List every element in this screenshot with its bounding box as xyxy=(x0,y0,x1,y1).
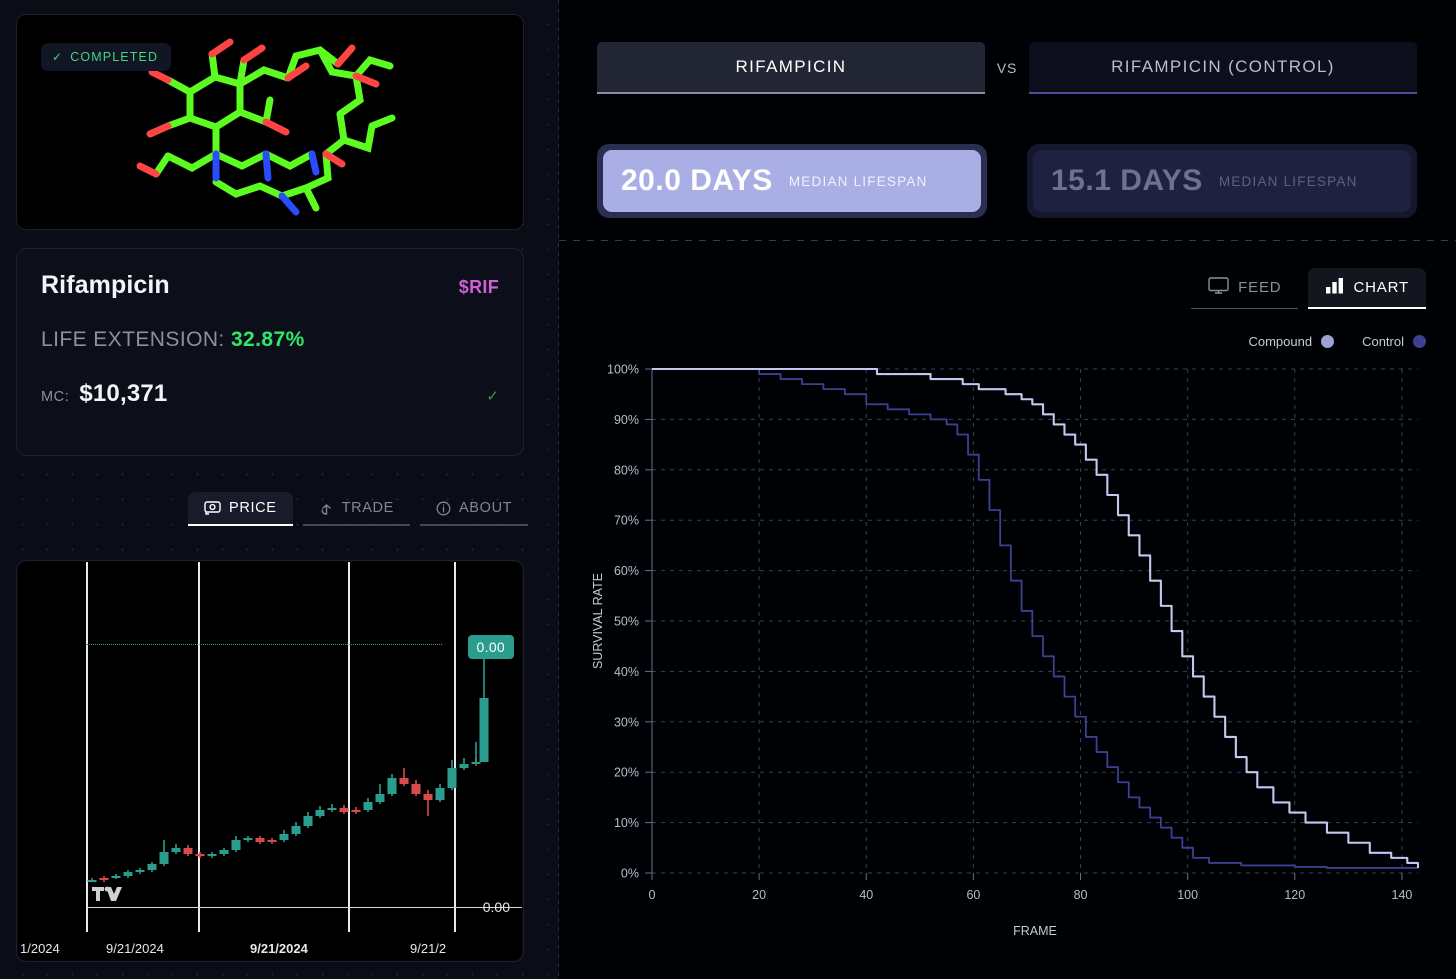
bar-chart-icon xyxy=(1325,277,1344,298)
ticker-symbol: $RIF xyxy=(459,277,499,298)
check-icon: ✓ xyxy=(52,50,63,64)
status-badge-label: COMPLETED xyxy=(70,50,158,64)
legend-item-control: Control xyxy=(1362,334,1426,349)
svg-text:60%: 60% xyxy=(614,564,639,578)
comparison-tab-control[interactable]: RIFAMPICIN (CONTROL) xyxy=(1029,42,1417,94)
svg-text:40: 40 xyxy=(859,888,873,902)
price-chart-canvas[interactable]: 0.00 0.00 1/2024 9/21/2024 9/21/2024 9/2… xyxy=(18,562,522,960)
survival-chart-svg: 0% 10% 20% 30% 40% 50% 60% 70% 80% 90% 100% 0 20 40 60… xyxy=(580,355,1440,945)
svg-text:140: 140 xyxy=(1392,888,1413,902)
section-divider xyxy=(559,240,1456,241)
price-badge: 0.00 xyxy=(468,635,514,659)
lifespan-control-wrapper: 15.1 DAYS MEDIAN LIFESPAN xyxy=(1027,144,1417,218)
lifespan-compound-box: 20.0 DAYS MEDIAN LIFESPAN xyxy=(603,150,981,212)
svg-text:0: 0 xyxy=(649,888,656,902)
svg-text:0%: 0% xyxy=(621,867,639,881)
comparison-header: RIFAMPICIN VS RIFAMPICIN (CONTROL) xyxy=(597,42,1417,94)
svg-text:100: 100 xyxy=(1177,888,1198,902)
market-cap-row: MC: $10,371 ✓ xyxy=(41,380,499,408)
legend-compound-dot xyxy=(1321,335,1334,348)
svg-text:120: 120 xyxy=(1284,888,1305,902)
left-panel-tabs: PRICE TRADE ABOUT xyxy=(188,492,528,525)
compound-info-card: Rifampicin $RIF LIFE EXTENSION: 32.87% M… xyxy=(16,248,524,456)
lifespan-control-box: 15.1 DAYS MEDIAN LIFESPAN xyxy=(1033,150,1411,212)
vs-label: VS xyxy=(985,60,1029,76)
svg-text:20: 20 xyxy=(752,888,766,902)
date-label: 9/21/2 xyxy=(410,941,446,956)
status-badge: ✓ COMPLETED xyxy=(41,43,171,71)
tab-trade-label: TRADE xyxy=(342,500,394,516)
svg-text:80%: 80% xyxy=(614,463,639,477)
lifespan-control-value: 15.1 DAYS xyxy=(1051,164,1203,198)
info-card-header: Rifampicin $RIF xyxy=(41,271,499,300)
date-label: 9/21/2024 xyxy=(106,941,164,956)
left-column: ✓ COMPLETED Rifampicin $RIF LIFE EXTENSI… xyxy=(0,0,558,979)
tab-price-label: PRICE xyxy=(229,500,277,516)
date-label: 9/21/2024 xyxy=(250,941,308,956)
tab-chart[interactable]: CHART xyxy=(1308,268,1426,308)
legend-control-label: Control xyxy=(1362,334,1404,349)
survival-rate-chart: 0% 10% 20% 30% 40% 50% 60% 70% 80% 90% 100% 0 20 40 60… xyxy=(580,355,1440,945)
svg-text:50%: 50% xyxy=(614,615,639,629)
tradingview-watermark xyxy=(92,885,128,908)
lifespan-row: 20.0 DAYS MEDIAN LIFESPAN 15.1 DAYS MEDI… xyxy=(597,144,1417,218)
tab-price[interactable]: PRICE xyxy=(188,492,293,525)
market-cap-label: MC: xyxy=(41,389,69,405)
svg-text:20%: 20% xyxy=(614,766,639,780)
date-label: 1/2024 xyxy=(20,941,60,956)
info-circle-icon xyxy=(436,501,451,516)
compound-name: Rifampicin xyxy=(41,271,170,300)
svg-text:SURVIVAL RATE: SURVIVAL RATE xyxy=(591,573,605,669)
comparison-tab-compound-label: RIFAMPICIN xyxy=(736,57,847,77)
market-cap-value: $10,371 xyxy=(79,380,167,408)
tab-feed-label: FEED xyxy=(1238,279,1281,296)
monitor-icon xyxy=(1208,277,1229,298)
lifespan-compound-value: 20.0 DAYS xyxy=(621,164,773,198)
svg-text:80: 80 xyxy=(1074,888,1088,902)
axis-zero-label: 0.00 xyxy=(483,899,510,915)
molecule-viewer[interactable]: ✓ COMPLETED xyxy=(16,14,524,230)
legend-control-dot xyxy=(1413,335,1426,348)
svg-text:10%: 10% xyxy=(614,816,639,830)
tab-chart-label: CHART xyxy=(1353,279,1409,296)
verified-check-icon: ✓ xyxy=(486,387,499,405)
price-tag-icon xyxy=(204,501,221,515)
legend-compound-label: Compound xyxy=(1248,334,1312,349)
tab-feed[interactable]: FEED xyxy=(1191,268,1298,308)
trade-arrow-icon xyxy=(319,501,334,516)
svg-text:30%: 30% xyxy=(614,715,639,729)
lifespan-compound-caption: MEDIAN LIFESPAN xyxy=(789,174,928,189)
svg-text:60: 60 xyxy=(966,888,980,902)
lifespan-compound-wrapper: 20.0 DAYS MEDIAN LIFESPAN xyxy=(597,144,987,218)
comparison-tab-compound[interactable]: RIFAMPICIN xyxy=(597,42,985,94)
price-chart-card[interactable]: 0.00 0.00 1/2024 9/21/2024 9/21/2024 9/2… xyxy=(16,560,524,962)
view-toggle: FEED CHART xyxy=(1191,268,1426,308)
chart-legend: Compound Control xyxy=(1248,334,1426,349)
svg-text:100%: 100% xyxy=(607,363,639,377)
lifespan-control-caption: MEDIAN LIFESPAN xyxy=(1219,174,1358,189)
svg-text:70%: 70% xyxy=(614,514,639,528)
tab-about[interactable]: ABOUT xyxy=(420,492,528,525)
svg-text:FRAME: FRAME xyxy=(1013,924,1057,938)
life-extension-label: LIFE EXTENSION: xyxy=(41,328,225,351)
life-extension-row: LIFE EXTENSION: 32.87% xyxy=(41,328,499,352)
life-extension-value: 32.87% xyxy=(231,328,305,351)
comparison-tab-control-label: RIFAMPICIN (CONTROL) xyxy=(1111,57,1335,77)
tab-about-label: ABOUT xyxy=(459,500,512,516)
svg-text:90%: 90% xyxy=(614,413,639,427)
legend-item-compound: Compound xyxy=(1248,334,1334,349)
tab-trade[interactable]: TRADE xyxy=(303,492,410,525)
svg-text:40%: 40% xyxy=(614,665,639,679)
